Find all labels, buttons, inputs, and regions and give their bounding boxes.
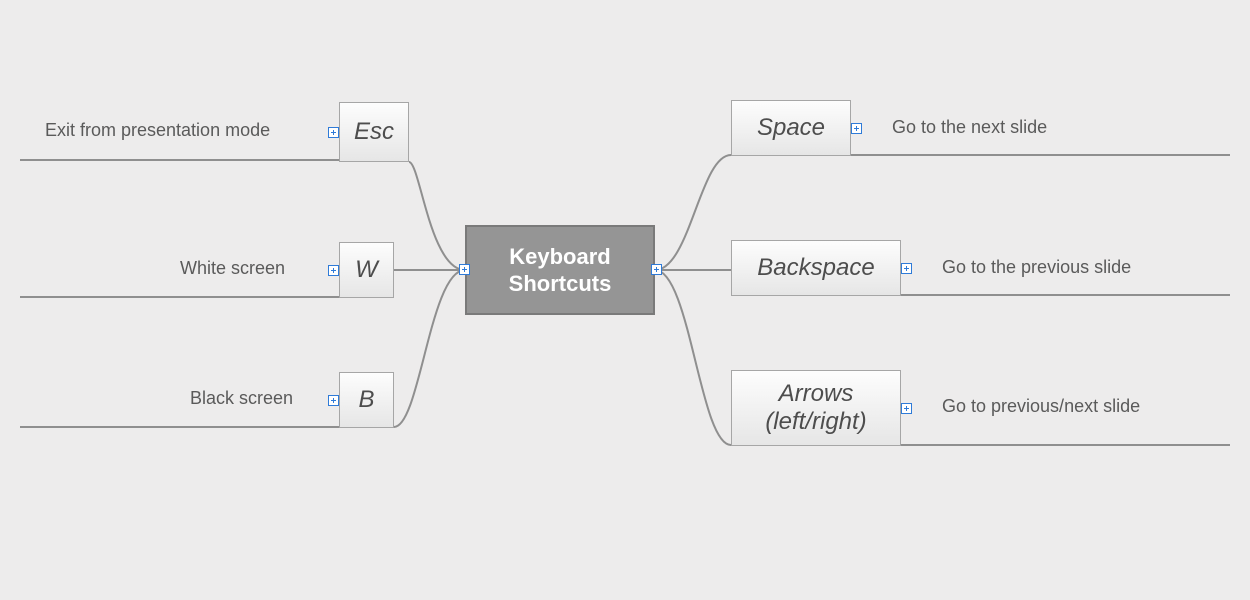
right-key-box[interactable]: Arrows (left/right) [731, 370, 901, 446]
right-desc: Go to the next slide [892, 117, 1047, 138]
left-desc: Black screen [190, 388, 293, 409]
right-expand-handle[interactable] [901, 263, 912, 274]
left-desc: Exit from presentation mode [45, 120, 270, 141]
central-node[interactable]: Keyboard Shortcuts [465, 225, 655, 315]
key-label: B [358, 386, 374, 414]
central-node-title: Keyboard Shortcuts [509, 243, 612, 298]
key-label: Arrows (left/right) [765, 380, 866, 435]
left-expand-handle[interactable] [328, 395, 339, 406]
central-expand-handle-1[interactable] [651, 264, 662, 275]
right-key-box[interactable]: Space [731, 100, 851, 156]
right-expand-handle[interactable] [851, 123, 862, 134]
right-expand-handle[interactable] [901, 403, 912, 414]
left-desc: White screen [180, 258, 285, 279]
left-expand-handle[interactable] [328, 265, 339, 276]
key-label: Space [757, 114, 825, 142]
key-label: Esc [354, 118, 394, 146]
left-key-box[interactable]: B [339, 372, 394, 428]
right-desc: Go to previous/next slide [942, 396, 1140, 417]
left-key-box[interactable]: Esc [339, 102, 409, 162]
right-key-box[interactable]: Backspace [731, 240, 901, 296]
central-expand-handle-0[interactable] [459, 264, 470, 275]
key-label: W [355, 256, 378, 284]
right-desc: Go to the previous slide [942, 257, 1131, 278]
left-key-box[interactable]: W [339, 242, 394, 298]
left-expand-handle[interactable] [328, 127, 339, 138]
key-label: Backspace [757, 254, 874, 282]
mindmap-canvas[interactable]: Keyboard Shortcuts Esc Exit from presenta… [0, 0, 1250, 600]
